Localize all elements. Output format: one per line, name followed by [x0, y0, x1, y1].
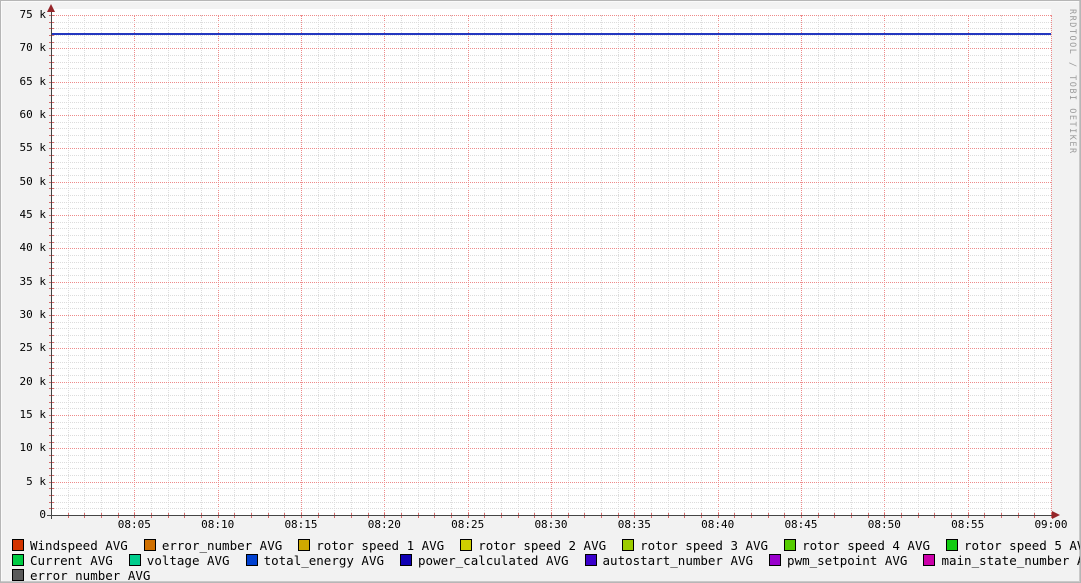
- y-tick-label: 15 k: [5, 409, 46, 421]
- y-tick-label: 60 k: [5, 109, 46, 121]
- legend-swatch-icon: [12, 569, 24, 581]
- legend-label: error_number AVG: [30, 568, 150, 583]
- y-tick-label: 10 k: [5, 442, 46, 454]
- y-tick-label: 70 k: [5, 42, 46, 54]
- y-tick-label: 55 k: [5, 142, 46, 154]
- y-tick-label: 20 k: [5, 376, 46, 388]
- x-tick-label: 08:35: [606, 518, 662, 531]
- x-tick-label: 08:30: [523, 518, 579, 531]
- y-axis: [51, 8, 52, 519]
- y-tick-label: 40 k: [5, 242, 46, 254]
- x-tick-label: 08:45: [773, 518, 829, 531]
- y-tick-label: 45 k: [5, 209, 46, 221]
- series-line-total_energy-avg: [51, 33, 1051, 35]
- x-tick-label: 08:40: [690, 518, 746, 531]
- x-tick-label: 08:25: [440, 518, 496, 531]
- y-tick-label: 0: [5, 509, 46, 521]
- x-tick-label: 08:10: [190, 518, 246, 531]
- x-tick-label: 08:05: [106, 518, 162, 531]
- y-tick-label: 25 k: [5, 342, 46, 354]
- x-axis: [47, 515, 1056, 516]
- y-tick-label: 35 k: [5, 276, 46, 288]
- legend-item: error_number AVG: [12, 569, 150, 582]
- rrdtool-graph-image: 0 5 k 10 k 15 k 20 k 25 k 30 k 35 k 40 k 45 k 50 k…: [0, 0, 1081, 583]
- y-axis-arrow-icon: [47, 4, 55, 12]
- y-tick-label: 30 k: [5, 309, 46, 321]
- y-tick-label: 75 k: [5, 9, 46, 21]
- x-tick-label: 09:00: [1023, 518, 1079, 531]
- y-tick-label: 5 k: [5, 476, 46, 488]
- watermark: RRDTOOL / TOBI OETIKER: [1067, 9, 1077, 155]
- x-tick-label: 08:15: [273, 518, 329, 531]
- y-tick-label: 50 k: [5, 176, 46, 188]
- plot-canvas: [51, 9, 1051, 515]
- legend-row: error_number AVG: [12, 565, 1081, 583]
- x-tick-label: 08:55: [940, 518, 996, 531]
- y-tick-label: 65 k: [5, 76, 46, 88]
- x-tick-label: 08:20: [356, 518, 412, 531]
- x-tick-label: 08:50: [856, 518, 912, 531]
- gridline-major-v: [1051, 15, 1052, 515]
